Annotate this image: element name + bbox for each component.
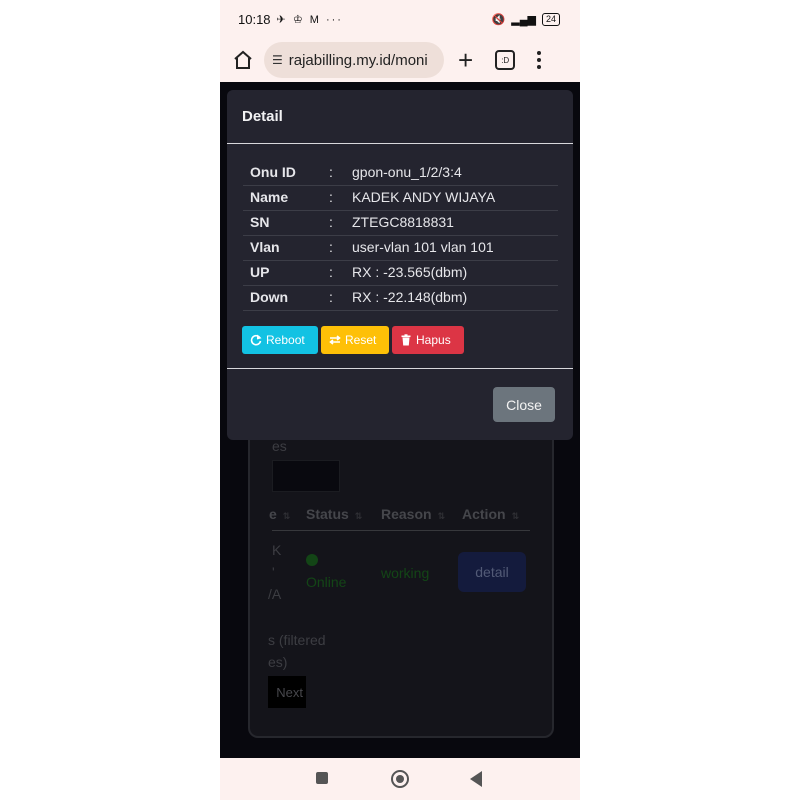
info-row-sn: SN : ZTEGC8818831 — [243, 210, 558, 236]
browser-menu-button[interactable] — [537, 51, 542, 69]
reset-label: Reset — [345, 333, 377, 347]
url-text: rajabilling.my.id/moni — [288, 51, 428, 69]
info-row-name: Name : KADEK ANDY WIJAYA — [243, 185, 558, 211]
notification-icons: ✈ ♔ M ··· — [276, 13, 343, 26]
trash-icon — [401, 334, 411, 346]
modal-body: Onu ID : gpon-onu_1/2/3:4 Name : KADEK A… — [227, 144, 573, 369]
reset-button[interactable]: Reset — [321, 326, 389, 354]
refresh-icon — [250, 334, 262, 346]
field-label: Down — [250, 289, 289, 305]
info-row-down: Down : RX : -22.148(dbm) — [243, 285, 558, 311]
info-row-onu-id: Onu ID : gpon-onu_1/2/3:4 — [243, 160, 558, 186]
field-value: RX : -23.565(dbm) — [352, 264, 468, 280]
phone-screen: 10:18 ✈ ♔ M ··· 🔇 ▂▄▆ 24 ☰ rajabilling.m… — [220, 0, 580, 800]
close-button[interactable]: Close — [493, 387, 555, 422]
signal-icon: ▂▄▆ — [511, 13, 536, 26]
delete-label: Hapus — [416, 333, 451, 347]
field-separator: : — [329, 239, 333, 255]
field-label: UP — [250, 264, 270, 280]
field-separator: : — [329, 189, 333, 205]
reboot-label: Reboot — [266, 333, 305, 347]
new-tab-button[interactable]: + — [458, 47, 473, 73]
field-value: user-vlan 101 vlan 101 — [352, 239, 494, 255]
menu-dot — [537, 51, 542, 55]
info-row-vlan: Vlan : user-vlan 101 vlan 101 — [243, 235, 558, 261]
field-value: RX : -22.148(dbm) — [352, 289, 468, 305]
tab-switcher-icon: :D — [501, 55, 510, 65]
back-icon[interactable] — [470, 771, 482, 787]
field-label: Onu ID — [250, 164, 296, 180]
delete-button[interactable]: Hapus — [392, 326, 464, 354]
field-separator: : — [329, 289, 333, 305]
address-bar[interactable]: ☰ rajabilling.my.id/moni — [264, 42, 444, 78]
clock: 10:18 — [238, 11, 271, 27]
browser-toolbar: ☰ rajabilling.my.id/moni + :D — [220, 38, 580, 82]
tab-switcher-button[interactable]: :D — [495, 50, 516, 70]
home-circle-icon[interactable] — [391, 770, 409, 788]
onu-actions: Reboot Reset Hapus — [242, 326, 464, 354]
field-label: Vlan — [250, 239, 280, 255]
reboot-button[interactable]: Reboot — [242, 326, 318, 354]
info-row-up: UP : RX : -23.565(dbm) — [243, 260, 558, 286]
field-value: KADEK ANDY WIJAYA — [352, 189, 496, 205]
navigation-bar — [220, 758, 580, 800]
home-icon — [234, 50, 252, 69]
site-settings-icon[interactable]: ☰ — [272, 53, 283, 67]
system-icons: 🔇 ▂▄▆ 24 — [491, 12, 560, 26]
exchange-icon — [329, 335, 341, 345]
home-button[interactable] — [232, 49, 254, 71]
field-separator: : — [329, 164, 333, 180]
detail-modal: Detail Onu ID : gpon-onu_1/2/3:4 Name : … — [227, 90, 573, 440]
field-separator: : — [329, 264, 333, 280]
modal-header: Detail — [227, 90, 573, 144]
battery-icon: 24 — [541, 12, 560, 26]
field-label: Name — [250, 189, 289, 205]
menu-dot — [537, 65, 542, 69]
menu-dot — [537, 58, 542, 62]
field-separator: : — [329, 214, 333, 230]
field-label: SN — [250, 214, 270, 230]
field-value: gpon-onu_1/2/3:4 — [352, 164, 462, 180]
recents-icon[interactable] — [316, 772, 328, 784]
mute-icon: 🔇 — [491, 13, 506, 26]
modal-title: Detail — [242, 108, 283, 125]
status-bar: 10:18 ✈ ♔ M ··· 🔇 ▂▄▆ 24 — [220, 0, 580, 38]
field-value: ZTEGC8818831 — [352, 214, 454, 230]
